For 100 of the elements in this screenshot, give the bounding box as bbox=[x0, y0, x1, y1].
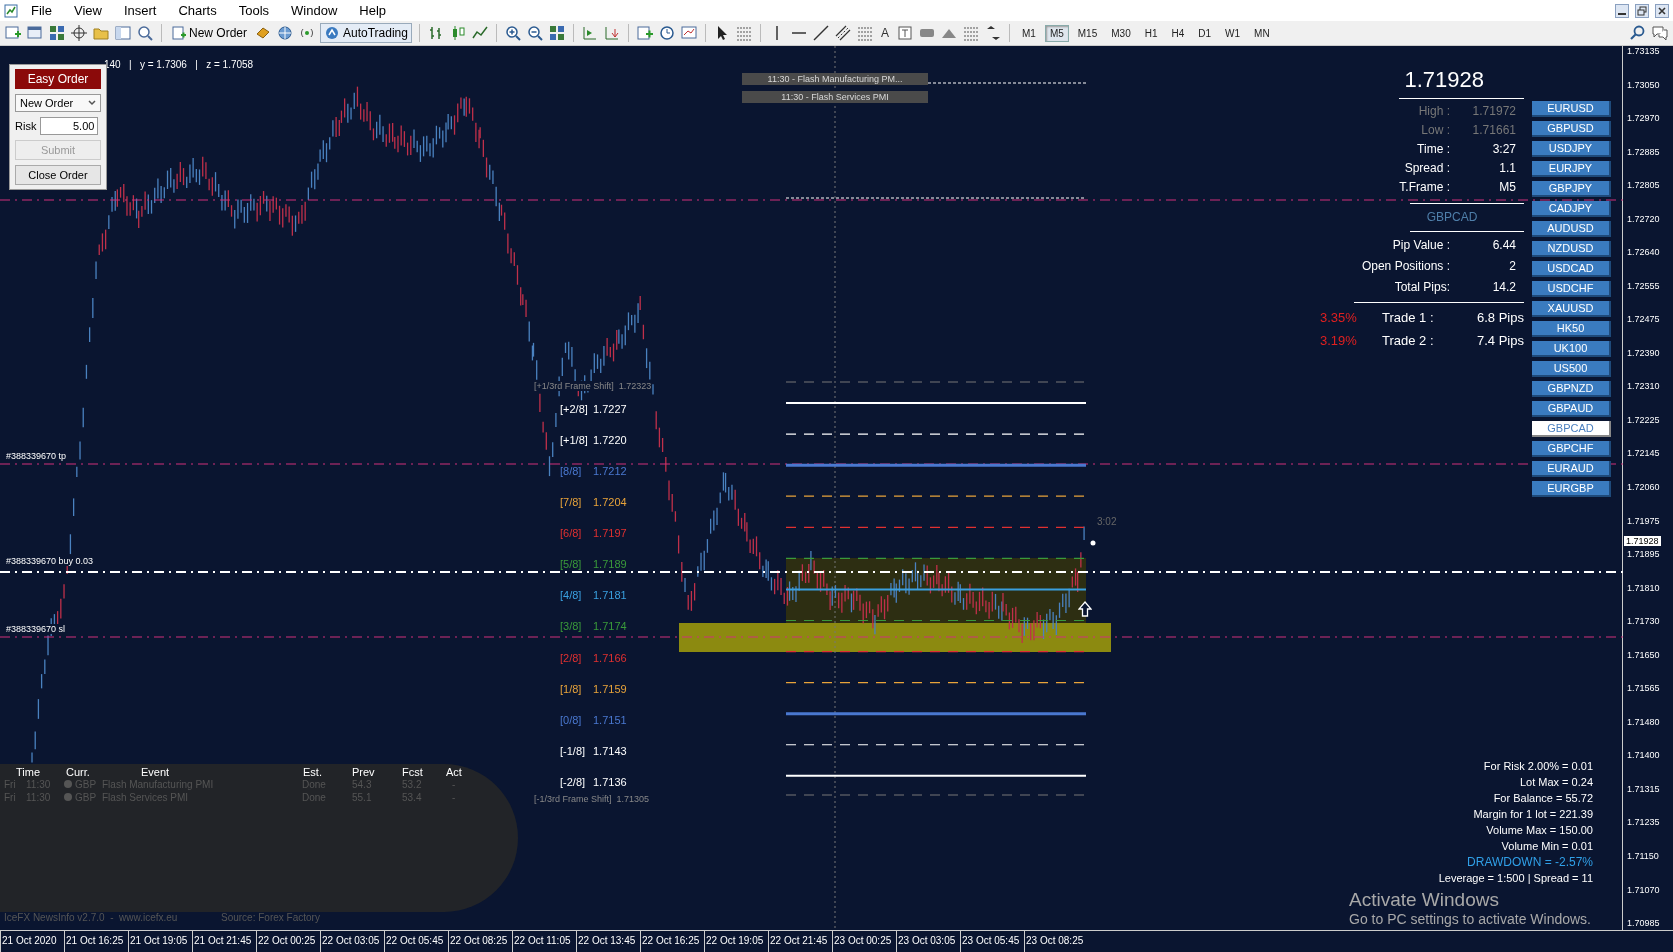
price-tick: 1.72970 bbox=[1627, 113, 1660, 124]
symbol-button[interactable]: NZDUSD bbox=[1532, 241, 1611, 257]
risk-stat: Leverage = 1:500 | Spread = 11 bbox=[1438, 871, 1593, 886]
symbol-button[interactable]: XAUUSD bbox=[1532, 301, 1611, 317]
symbol-name: GBPCAD bbox=[1425, 209, 1479, 226]
time-tick: 23 Oct 03:05 bbox=[896, 931, 960, 952]
level-value: 1.7174 bbox=[593, 620, 627, 633]
symbol-button[interactable]: US500 bbox=[1532, 361, 1611, 377]
symbol-button[interactable]: AUDUSD bbox=[1532, 221, 1611, 237]
menu-item[interactable]: Charts bbox=[169, 3, 226, 18]
time-tick: 22 Oct 16:25 bbox=[640, 931, 704, 952]
symbol-button[interactable]: USDJPY bbox=[1532, 141, 1611, 157]
price-tick: 1.71810 bbox=[1627, 582, 1660, 593]
price-tick: 1.71315 bbox=[1627, 783, 1660, 794]
time-tick: 22 Oct 13:45 bbox=[576, 931, 640, 952]
menu-item[interactable]: Help bbox=[350, 3, 396, 18]
frame-shift-label: [+1/3rd Frame Shift] 1.72323 bbox=[534, 381, 652, 391]
risk-stat: Volume Max = 150.00 bbox=[1486, 823, 1593, 838]
column-header: Event bbox=[141, 766, 170, 778]
level-value: 1.7220 bbox=[593, 434, 627, 447]
symbol-button[interactable]: GBPUSD bbox=[1532, 121, 1611, 137]
timeframe-button[interactable]: D1 bbox=[1193, 24, 1217, 42]
text-tool[interactable]: A bbox=[877, 26, 892, 40]
price-tick: 1.71650 bbox=[1627, 649, 1660, 660]
menu-item[interactable]: File bbox=[22, 3, 61, 18]
news-actual: - bbox=[452, 779, 456, 790]
column-header: Est. bbox=[303, 766, 322, 778]
time-tick: 23 Oct 05:45 bbox=[960, 931, 1024, 952]
symbol-button[interactable]: HK50 bbox=[1532, 321, 1611, 337]
level-value: 1.7151 bbox=[593, 713, 627, 726]
time-tick: 22 Oct 03:05 bbox=[320, 931, 384, 952]
timeframe-button[interactable]: MN bbox=[1249, 24, 1275, 42]
timeframe-button[interactable]: W1 bbox=[1220, 24, 1246, 42]
current-price: 1.71928 bbox=[1403, 66, 1485, 94]
timeframe-button[interactable]: H4 bbox=[1166, 24, 1190, 42]
stat-value: M5 bbox=[1498, 179, 1517, 196]
price-tick: 1.72390 bbox=[1627, 347, 1660, 358]
menu-item[interactable]: Window bbox=[282, 3, 347, 18]
time-tick: 23 Oct 08:25 bbox=[1024, 931, 1088, 952]
level-tag: [6/8] bbox=[560, 527, 582, 540]
price-tick: 1.71235 bbox=[1627, 817, 1660, 828]
price-tick: 1.71150 bbox=[1627, 850, 1659, 861]
symbol-button[interactable]: GBPCAD bbox=[1532, 421, 1611, 437]
symbol-button[interactable]: CADJPY bbox=[1532, 201, 1611, 217]
price-tick: 1.71480 bbox=[1627, 716, 1660, 727]
account-label: Pip Value : bbox=[1391, 237, 1450, 254]
price-tick: 1.72060 bbox=[1627, 482, 1660, 492]
level-tag: [7/8] bbox=[560, 496, 582, 509]
time-tick: 22 Oct 19:05 bbox=[704, 931, 768, 952]
level-tag: [-1/8] bbox=[560, 744, 586, 757]
risk-stat: Lot Max = 0.24 bbox=[1519, 775, 1593, 790]
close-order-button[interactable]: Close Order bbox=[15, 165, 101, 185]
symbol-button[interactable]: USDCAD bbox=[1532, 261, 1611, 277]
price-tick: 1.72475 bbox=[1627, 314, 1660, 325]
level-value: 1.7197 bbox=[593, 527, 627, 540]
new-order-button[interactable]: New Order bbox=[169, 25, 250, 41]
level-tag: [2/8] bbox=[560, 651, 582, 664]
news-footer: IceFX NewsInfo v2.7.0 - www.icefx.eu bbox=[4, 912, 178, 923]
stat-label: Spread : bbox=[1403, 160, 1450, 177]
risk-input[interactable]: 5.00 bbox=[40, 117, 99, 135]
timeframe-button[interactable]: M5 bbox=[1044, 24, 1069, 42]
risk-stat: For Risk 2.00% = 0.01 bbox=[1483, 759, 1593, 774]
timeframe-button[interactable]: M15 bbox=[1072, 24, 1103, 42]
symbol-button[interactable]: EURJPY bbox=[1532, 161, 1611, 177]
time-tick: 22 Oct 05:45 bbox=[384, 931, 448, 952]
menu-item[interactable]: Tools bbox=[229, 3, 279, 18]
symbol-button[interactable]: EURUSD bbox=[1532, 101, 1611, 117]
stat-label: T.Frame : bbox=[1398, 179, 1450, 196]
level-tag: [1/8] bbox=[560, 682, 582, 695]
trade-pips: 7.4 Pips bbox=[1476, 332, 1524, 350]
menu-item[interactable]: Insert bbox=[114, 3, 166, 18]
symbol-button[interactable]: GBPJPY bbox=[1532, 181, 1611, 197]
frame-shift-label: [-1/3rd Frame Shift] 1.71305 bbox=[534, 794, 650, 804]
symbol-button[interactable]: GBPAUD bbox=[1532, 401, 1611, 417]
autotrading-button[interactable]: AutoTrading bbox=[320, 23, 412, 43]
symbol-button[interactable]: EURAUD bbox=[1532, 461, 1611, 477]
risk-label: Risk bbox=[15, 120, 37, 132]
order-type-select[interactable]: New Order bbox=[15, 94, 101, 112]
timeframe-button[interactable]: M1 bbox=[1016, 24, 1041, 42]
stat-value: 1.71972 bbox=[1471, 103, 1517, 120]
symbol-button[interactable]: GBPCHF bbox=[1532, 441, 1611, 457]
price-tick: 1.71400 bbox=[1627, 750, 1660, 761]
time-tick: 22 Oct 00:25 bbox=[256, 931, 320, 952]
timeframe-button[interactable]: M30 bbox=[1106, 24, 1136, 42]
price-tick: 1.70985 bbox=[1627, 918, 1660, 929]
account-value: 2 bbox=[1508, 258, 1517, 275]
timeframe-button[interactable]: H1 bbox=[1139, 24, 1163, 42]
symbol-button[interactable]: EURGBP bbox=[1532, 481, 1611, 497]
symbol-button[interactable]: USDCHF bbox=[1532, 281, 1611, 297]
time-tick: 23 Oct 00:25 bbox=[832, 931, 896, 952]
stat-value: 1.1 bbox=[1498, 160, 1517, 177]
column-header: Curr. bbox=[66, 766, 90, 778]
level-value: 1.7159 bbox=[593, 682, 627, 695]
symbol-button[interactable]: UK100 bbox=[1532, 341, 1611, 357]
time-tick: 21 Oct 19:05 bbox=[128, 931, 192, 952]
menu-item[interactable]: View bbox=[64, 3, 111, 18]
symbol-button[interactable]: GBPNZD bbox=[1532, 381, 1611, 397]
stat-label: High : bbox=[1417, 103, 1450, 120]
news-source: Source: Forex Factory bbox=[221, 912, 320, 923]
risk-stat: For Balance = 55.72 bbox=[1493, 791, 1593, 806]
